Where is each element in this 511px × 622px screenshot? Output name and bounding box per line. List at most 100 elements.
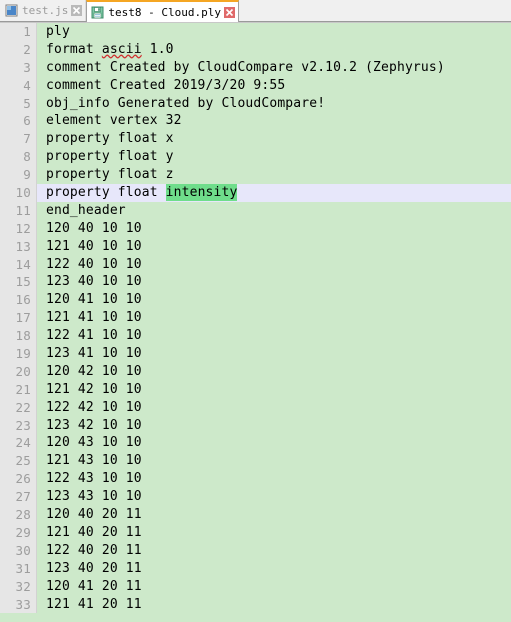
code-editor[interactable]: 1 ply 2 format ascii 1.0 3 comment Created by… — [0, 22, 511, 622]
line-number: 4 — [0, 76, 36, 95]
line-number: 32 — [0, 577, 36, 596]
close-icon[interactable] — [71, 5, 83, 16]
line-number: 13 — [0, 237, 36, 256]
code-line-text[interactable]: 120 40 10 10 — [37, 220, 511, 238]
code-line[interactable]: 9 property float z — [0, 166, 511, 185]
code-line[interactable]: 29 121 40 20 11 — [0, 523, 511, 542]
code-line[interactable]: 10 property float intensity — [0, 184, 511, 202]
code-line-text[interactable]: 123 43 10 10 — [37, 488, 511, 506]
code-line[interactable]: 31 123 40 20 11 — [0, 559, 511, 578]
line-number: 14 — [0, 255, 36, 274]
code-line-text[interactable]: property float y — [37, 148, 511, 166]
line-number: 20 — [0, 362, 36, 381]
code-line[interactable]: 26 122 43 10 10 — [0, 470, 511, 489]
code-line-text[interactable]: comment Created by CloudCompare v2.10.2 … — [37, 59, 511, 77]
code-line-text[interactable]: ply — [37, 23, 511, 41]
code-line-text[interactable]: 122 42 10 10 — [37, 399, 511, 417]
code-line[interactable]: 3 comment Created by CloudCompare v2.10.2… — [0, 58, 511, 77]
code-line-text[interactable]: format ascii 1.0 — [37, 41, 511, 59]
code-line-text[interactable]: 121 43 10 10 — [37, 452, 511, 470]
code-line-text[interactable]: 120 41 20 11 — [37, 578, 511, 596]
code-line[interactable]: 20 120 42 10 10 — [0, 362, 511, 381]
line-number: 33 — [0, 595, 36, 614]
code-line-text[interactable]: 123 42 10 10 — [37, 417, 511, 435]
code-line[interactable]: 14 122 40 10 10 — [0, 255, 511, 274]
code-line-text[interactable]: 120 41 10 10 — [37, 291, 511, 309]
code-line[interactable]: 18 122 41 10 10 — [0, 327, 511, 346]
selected-text[interactable]: intensity — [165, 184, 238, 202]
line-number: 9 — [0, 166, 36, 185]
line-number: 16 — [0, 291, 36, 310]
code-line[interactable]: 12 120 40 10 10 — [0, 219, 511, 238]
close-icon[interactable] — [223, 6, 235, 18]
code-line-text[interactable]: element vertex 32 — [37, 112, 511, 130]
spellcheck-flagged-word[interactable]: ascii — [102, 41, 142, 59]
line-number: 11 — [0, 201, 36, 220]
code-token: 1.0 — [141, 41, 174, 57]
code-line-text[interactable]: property float z — [37, 166, 511, 184]
code-line[interactable]: 4 comment Created 2019/3/20 9:55 — [0, 76, 511, 95]
code-line-text[interactable]: 122 43 10 10 — [37, 470, 511, 488]
code-line[interactable]: 8 property float y — [0, 148, 511, 167]
code-line-text[interactable]: property float x — [37, 130, 511, 148]
tab-bar: test.js test8 - Cloud.ply — [0, 0, 511, 22]
code-line-text[interactable]: 121 40 20 11 — [37, 524, 511, 542]
code-line-text[interactable]: 123 40 10 10 — [37, 273, 511, 291]
line-number: 19 — [0, 345, 36, 363]
code-line-text[interactable]: 121 41 20 11 — [37, 596, 511, 614]
save-floppy-icon — [91, 6, 104, 19]
code-line-text[interactable]: 121 42 10 10 — [37, 381, 511, 399]
line-number: 5 — [0, 94, 36, 113]
code-line[interactable]: 27 123 43 10 10 — [0, 488, 511, 507]
tab-cloud-ply[interactable]: test8 - Cloud.ply — [86, 0, 239, 22]
code-line-text[interactable]: comment Created 2019/3/20 9:55 — [37, 77, 511, 95]
code-line[interactable]: 24 120 43 10 10 — [0, 434, 511, 453]
code-line[interactable]: 2 format ascii 1.0 — [0, 40, 511, 59]
code-line[interactable]: 21 121 42 10 10 — [0, 380, 511, 399]
code-line-text[interactable]: 122 40 20 11 — [37, 542, 511, 560]
line-number: 24 — [0, 434, 36, 453]
code-line-text[interactable]: 122 40 10 10 — [37, 256, 511, 274]
code-line[interactable]: 32 120 41 20 11 — [0, 577, 511, 596]
code-line[interactable]: 16 120 41 10 10 — [0, 291, 511, 310]
code-line-text[interactable]: end_header — [37, 202, 511, 220]
code-line[interactable]: 1 ply — [0, 23, 511, 41]
code-line[interactable]: 33 121 41 20 11 — [0, 595, 511, 614]
code-line[interactable]: 25 121 43 10 10 — [0, 452, 511, 471]
code-line[interactable]: 17 121 41 10 10 — [0, 309, 511, 328]
code-line-text[interactable]: 121 40 10 10 — [37, 238, 511, 256]
code-line[interactable]: 13 121 40 10 10 — [0, 237, 511, 256]
code-line[interactable]: 11 end_header — [0, 201, 511, 220]
code-line[interactable]: 28 120 40 20 11 — [0, 506, 511, 524]
line-number: 1 — [0, 23, 36, 41]
code-line-text[interactable]: 121 41 10 10 — [37, 309, 511, 327]
line-number: 6 — [0, 112, 36, 131]
tab-test-js[interactable]: test.js — [1, 0, 87, 21]
code-line-text[interactable]: obj_info Generated by CloudCompare! — [37, 95, 511, 113]
code-lines-container[interactable]: 1 ply 2 format ascii 1.0 3 comment Created by… — [0, 23, 511, 622]
line-number: 22 — [0, 398, 36, 417]
line-number: 31 — [0, 559, 36, 578]
code-line-text[interactable]: 123 41 10 10 — [37, 345, 511, 363]
code-line[interactable]: 15 123 40 10 10 — [0, 273, 511, 292]
code-line-text[interactable]: 123 40 20 11 — [37, 560, 511, 578]
line-number: 12 — [0, 219, 36, 238]
code-line[interactable]: 7 property float x — [0, 130, 511, 149]
editor-window: test.js test8 - Cloud.ply 1 ply 2 format… — [0, 0, 511, 622]
code-line[interactable]: 6 element vertex 32 — [0, 112, 511, 131]
code-line-text[interactable]: 120 42 10 10 — [37, 363, 511, 381]
code-line-text[interactable]: 120 43 10 10 — [37, 434, 511, 452]
code-line-text[interactable]: 122 41 10 10 — [37, 327, 511, 345]
tab-label-test-js: test.js — [22, 4, 69, 17]
code-line[interactable]: 19 123 41 10 10 — [0, 345, 511, 363]
line-number: 21 — [0, 380, 36, 399]
code-line[interactable]: 23 123 42 10 10 — [0, 416, 511, 435]
code-line-text[interactable]: 120 40 20 11 — [37, 506, 511, 524]
line-number: 8 — [0, 148, 36, 167]
code-line[interactable]: 22 122 42 10 10 — [0, 398, 511, 417]
code-line[interactable]: 5 obj_info Generated by CloudCompare! — [0, 94, 511, 113]
line-number: 27 — [0, 488, 36, 507]
code-line[interactable]: 30 122 40 20 11 — [0, 541, 511, 560]
code-line-text[interactable]: property float intensity — [37, 184, 511, 202]
line-number: 26 — [0, 470, 36, 489]
